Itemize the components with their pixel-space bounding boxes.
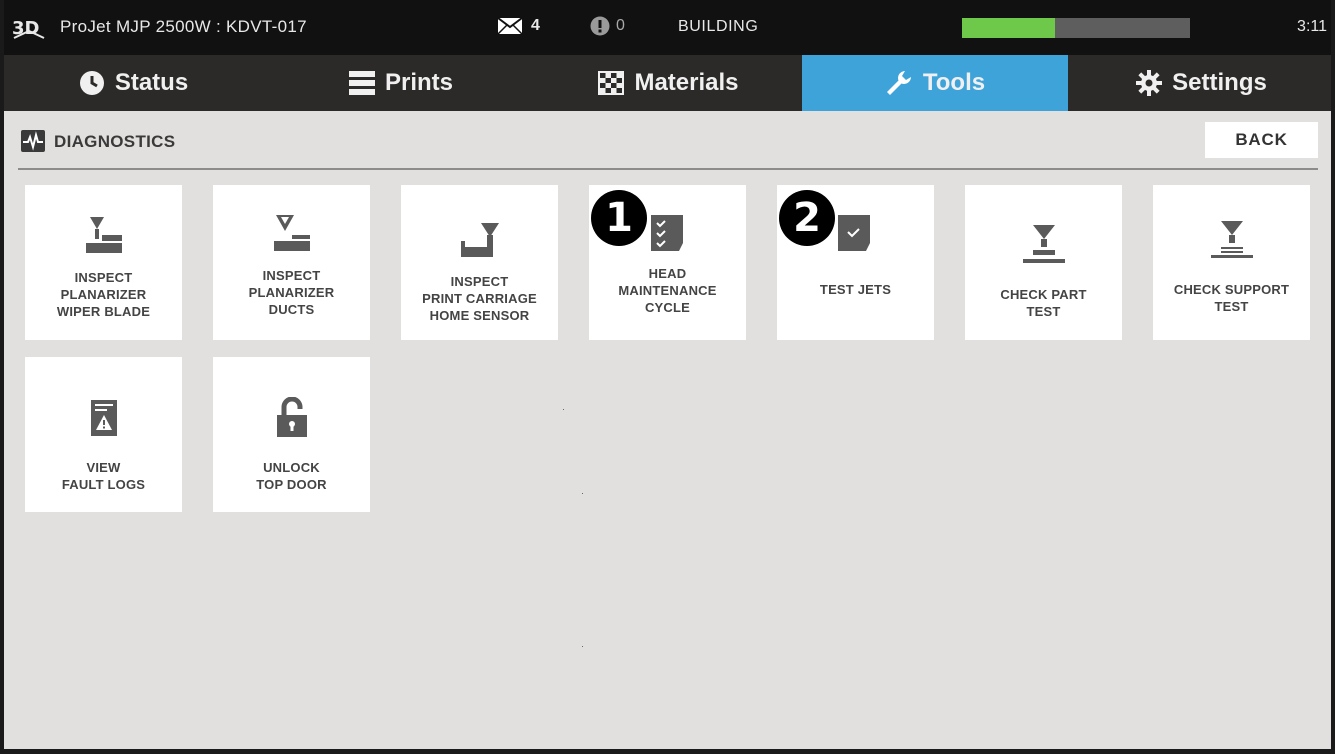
tile-check-support-test[interactable]: CHECK SUPPORT TEST: [1153, 185, 1310, 340]
part-test-icon: [1022, 225, 1065, 263]
tile-inspect-planarizer-wiper-blade[interactable]: INSPECT PLANARIZER WIPER BLADE: [25, 185, 182, 340]
tile-label: UNLOCK TOP DOOR: [256, 460, 327, 492]
tile-label: INSPECT PLANARIZER WIPER BLADE: [56, 270, 151, 319]
list-icon: [348, 71, 375, 95]
callout-badge-1: 1: [591, 190, 647, 246]
gear-icon: [1136, 70, 1163, 96]
wrench-icon: [886, 71, 911, 95]
tile-label: VIEW FAULT LOGS: [61, 460, 146, 492]
clock-icon: [79, 71, 104, 95]
back-button[interactable]: BACK: [1205, 122, 1318, 158]
alerts-count: 0: [616, 17, 625, 34]
tile-check-part-test[interactable]: CHECK PART TEST: [965, 185, 1122, 340]
tile-view-fault-logs[interactable]: VIEW FAULT LOGS: [25, 357, 182, 512]
unlock-icon: [276, 397, 307, 437]
tile-label: TEST JETS: [819, 282, 892, 297]
section-divider: [18, 168, 1318, 170]
tab-status-label: Status: [114, 69, 189, 96]
3d-systems-logo-icon: 3D: [12, 18, 45, 39]
tile-label: INSPECT PRINT CARRIAGE HOME SENSOR: [422, 274, 537, 323]
printer-title: ProJet MJP 2500W : KDVT-017: [60, 17, 307, 36]
screen-speck: [582, 493, 583, 494]
messages-indicator[interactable]: 4: [497, 17, 540, 35]
build-progress-bar: [962, 18, 1190, 38]
tab-prints[interactable]: Prints: [267, 55, 535, 111]
screen-speck: [582, 646, 583, 647]
tab-settings[interactable]: Settings: [1068, 55, 1335, 111]
alert-icon: [590, 16, 610, 36]
diagnostics-pulse-icon: [21, 130, 45, 152]
wiper-blade-icon: [85, 217, 122, 253]
tab-prints-label: Prints: [384, 69, 453, 96]
alerts-indicator[interactable]: 0: [590, 16, 625, 36]
tile-label: INSPECT PLANARIZER DUCTS: [248, 268, 335, 317]
svg-text:3D: 3D: [12, 18, 39, 39]
tab-tools-label: Tools: [922, 69, 986, 96]
tab-settings-label: Settings: [1172, 69, 1267, 96]
tab-materials-label: Materials: [634, 69, 739, 96]
tab-status[interactable]: Status: [0, 55, 267, 111]
tab-tools[interactable]: Tools: [802, 55, 1068, 111]
home-sensor-icon: [460, 223, 499, 257]
callout-badge-2: 2: [779, 190, 835, 246]
checklist-icon: [651, 215, 683, 251]
clipboard-check-icon: [838, 215, 870, 251]
printer-state: BUILDING: [678, 18, 759, 35]
checker-icon: [598, 71, 625, 95]
screen-speck: [563, 409, 564, 410]
tile-label: HEAD MAINTENANCE CYCLE: [618, 266, 717, 315]
section-title: DIAGNOSTICS: [54, 132, 176, 151]
top-status-bar: 3D ProJet MJP 2500W : KDVT-017 4 0 BUILD…: [0, 0, 1335, 55]
screen-bezel: [0, 0, 1335, 754]
envelope-icon: [497, 17, 523, 35]
tile-label: CHECK SUPPORT TEST: [1173, 282, 1290, 314]
tile-inspect-planarizer-ducts[interactable]: INSPECT PLANARIZER DUCTS: [213, 185, 370, 340]
main-tabs: Status Prints Materials Tools Settings: [0, 55, 1335, 111]
clock: 3:11: [1297, 18, 1327, 35]
tile-label: CHECK PART TEST: [1000, 287, 1087, 319]
tile-inspect-print-carriage-home-sensor[interactable]: INSPECT PRINT CARRIAGE HOME SENSOR: [401, 185, 558, 340]
fault-log-icon: [90, 400, 117, 436]
planarizer-duct-icon: [273, 215, 310, 251]
tab-materials[interactable]: Materials: [535, 55, 802, 111]
support-test-icon: [1210, 221, 1253, 258]
build-progress-fill: [962, 18, 1056, 38]
tile-unlock-top-door[interactable]: UNLOCK TOP DOOR: [213, 357, 370, 512]
messages-count: 4: [531, 17, 540, 34]
